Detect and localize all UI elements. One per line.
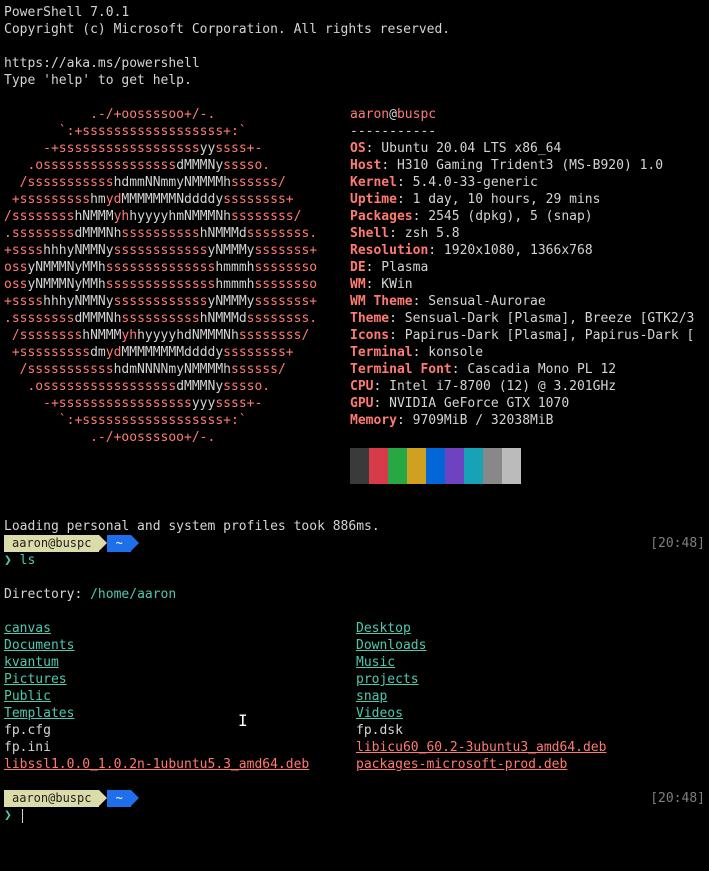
info-row: Shell: zsh 5.8 (350, 225, 705, 242)
command-line[interactable]: ❯ ls (4, 552, 705, 569)
directory-entry: kvantum (4, 654, 356, 671)
color-swatch (426, 448, 445, 484)
directory-entry: snap (356, 688, 708, 705)
deb-file-entry: packages-microsoft-prod.deb (356, 756, 708, 773)
color-swatch (483, 448, 502, 484)
directory-entry: Documents (4, 637, 356, 654)
info-row: Theme: Sensual-Dark [Plasma], Breeze [GT… (350, 310, 705, 327)
color-palette (350, 448, 705, 484)
info-row: WM: KWin (350, 276, 705, 293)
color-swatch (464, 448, 483, 484)
color-swatch (407, 448, 426, 484)
info-row: Terminal: konsole (350, 344, 705, 361)
cursor (22, 809, 23, 823)
deb-file-entry: libicu60_60.2-3ubuntu3_amd64.deb (356, 739, 708, 756)
info-row: DE: Plasma (350, 259, 705, 276)
color-swatch (445, 448, 464, 484)
ls-output: canvasDocumentskvantumPicturesPublicTemp… (4, 620, 705, 773)
info-row: OS: Ubuntu 20.04 LTS x86_64 (350, 140, 705, 157)
path-badge: ~ (107, 535, 130, 552)
directory-entry: Music (356, 654, 708, 671)
prompt-line-2: aaron@buspc ~ [20:48] (4, 790, 705, 807)
file-entry: fp.dsk (356, 722, 708, 739)
color-swatch (350, 448, 369, 484)
separator: ----------- (350, 123, 705, 140)
file-entry: fp.ini (4, 739, 356, 756)
kubuntu-ascii-logo: .-/+oossssoo+/-. `:+ssssssssssssssssss+:… (4, 106, 350, 484)
info-row: Memory: 9709MiB / 32038MiB (350, 412, 705, 429)
info-row: WM Theme: Sensual-Aurorae (350, 293, 705, 310)
directory-line: Directory: /home/aaron (4, 586, 705, 603)
timestamp: [20:48] (650, 535, 705, 552)
path-badge: ~ (107, 790, 130, 807)
info-row: Uptime: 1 day, 10 hours, 29 mins (350, 191, 705, 208)
profile-load-message: Loading personal and system profiles too… (4, 518, 705, 535)
terminal-header: PowerShell 7.0.1 Copyright (c) Microsoft… (4, 4, 705, 89)
info-row: Resolution: 1920x1080, 1366x768 (350, 242, 705, 259)
file-entry: fp.cfg (4, 722, 356, 739)
info-row: Kernel: 5.4.0-33-generic (350, 174, 705, 191)
directory-entry: Public (4, 688, 356, 705)
command-input[interactable]: ❯ (4, 807, 705, 824)
userhost-badge: aaron@buspc (4, 535, 99, 552)
userhost-line: aaron@buspc (350, 106, 705, 123)
info-row: GPU: NVIDIA GeForce GTX 1070 (350, 395, 705, 412)
color-swatch (369, 448, 388, 484)
directory-entry: Pictures (4, 671, 356, 688)
directory-entry: Templates (4, 705, 356, 722)
directory-entry: Desktop (356, 620, 708, 637)
directory-entry: projects (356, 671, 708, 688)
info-row: Packages: 2545 (dpkg), 5 (snap) (350, 208, 705, 225)
system-info-list: OS: Ubuntu 20.04 LTS x86_64Host: H310 Ga… (350, 140, 705, 429)
neofetch-output: .-/+oossssoo+/-. `:+ssssssssssssssssss+:… (4, 106, 705, 484)
color-swatch (388, 448, 407, 484)
info-row: Terminal Font: Cascadia Mono PL 12 (350, 361, 705, 378)
directory-entry: canvas (4, 620, 356, 637)
prompt-line-1: aaron@buspc ~ [20:48] (4, 535, 705, 552)
info-row: Icons: Papirus-Dark [Plasma], Papirus-Da… (350, 327, 705, 344)
userhost-badge: aaron@buspc (4, 790, 99, 807)
deb-file-entry: libssl1.0.0_1.0.2n-1ubuntu5.3_amd64.deb (4, 756, 356, 773)
timestamp: [20:48] (650, 790, 705, 807)
color-swatch (502, 448, 521, 484)
info-row: CPU: Intel i7-8700 (12) @ 3.201GHz (350, 378, 705, 395)
directory-entry: Downloads (356, 637, 708, 654)
directory-entry: Videos (356, 705, 708, 722)
info-row: Host: H310 Gaming Trident3 (MS-B920) 1.0 (350, 157, 705, 174)
